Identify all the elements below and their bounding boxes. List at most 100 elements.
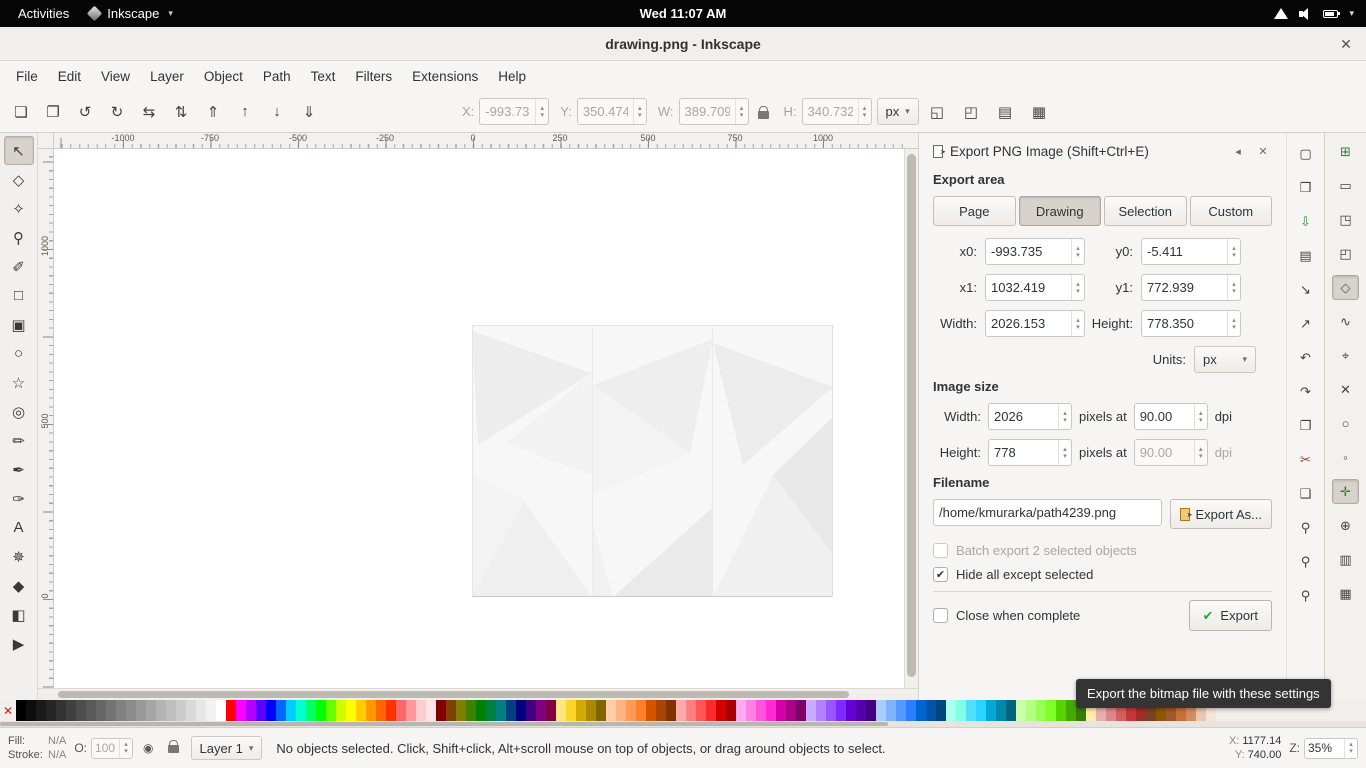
- palette-swatch[interactable]: [786, 700, 796, 721]
- palette-swatch[interactable]: [556, 700, 566, 721]
- scale-corners-toggle[interactable]: ◰: [956, 97, 986, 127]
- palette-swatch[interactable]: [96, 700, 106, 721]
- print-button[interactable]: ▤: [1292, 243, 1319, 268]
- export-area-selection-button[interactable]: Selection: [1104, 196, 1187, 226]
- tweak-tool[interactable]: ✧: [4, 194, 34, 223]
- pencil-tool[interactable]: ✏: [4, 426, 34, 455]
- palette-swatch[interactable]: [906, 700, 916, 721]
- activities-button[interactable]: Activities: [14, 4, 73, 23]
- palette-swatch[interactable]: [376, 700, 386, 721]
- palette-swatch[interactable]: [686, 700, 696, 721]
- export-area-page-button[interactable]: Page: [933, 196, 1016, 226]
- palette-swatch[interactable]: [486, 700, 496, 721]
- export-button-icon[interactable]: ↗: [1292, 311, 1319, 336]
- x1-input[interactable]: [986, 280, 1071, 295]
- h-spinner[interactable]: [858, 99, 871, 124]
- palette-swatch[interactable]: [266, 700, 276, 721]
- palette-swatch[interactable]: [526, 700, 536, 721]
- area-height-spinner[interactable]: [1227, 311, 1240, 336]
- palette-swatch[interactable]: [456, 700, 466, 721]
- palette-swatch[interactable]: [196, 700, 206, 721]
- batch-export-checkbox[interactable]: [933, 543, 948, 558]
- pen-tool[interactable]: ✒: [4, 455, 34, 484]
- palette-swatch[interactable]: [26, 700, 36, 721]
- palette-swatch[interactable]: [616, 700, 626, 721]
- scale-stroke-toggle[interactable]: ◱: [922, 97, 952, 127]
- width-input[interactable]: [680, 104, 735, 119]
- palette-swatch[interactable]: [826, 700, 836, 721]
- app-menu-button[interactable]: Inkscape: [89, 6, 173, 21]
- lower-button[interactable]: ↓: [262, 97, 292, 127]
- box-3d-tool[interactable]: ▣: [4, 310, 34, 339]
- palette-swatch[interactable]: [176, 700, 186, 721]
- y-spinner[interactable]: [633, 99, 646, 124]
- filename-input[interactable]: [934, 505, 1161, 520]
- palette-swatch[interactable]: [256, 700, 266, 721]
- snap-page-border-toggle[interactable]: ▥: [1332, 547, 1359, 572]
- snap-object-centers-toggle[interactable]: ⊕: [1332, 513, 1359, 538]
- menu-item[interactable]: Text: [301, 64, 346, 89]
- snap-bbox-corners-toggle[interactable]: ◰: [1332, 241, 1359, 266]
- height-dpi-spinner[interactable]: [1194, 440, 1207, 465]
- menu-item[interactable]: Object: [194, 64, 253, 89]
- horizontal-scrollbar-thumb[interactable]: [58, 691, 849, 698]
- menu-item[interactable]: Filters: [345, 64, 402, 89]
- palette-swatch[interactable]: [286, 700, 296, 721]
- palette-swatch[interactable]: [886, 700, 896, 721]
- palette-swatch[interactable]: [746, 700, 756, 721]
- toolbox-expander[interactable]: ▶: [4, 629, 34, 658]
- vertical-scrollbar-thumb[interactable]: [907, 154, 916, 677]
- selector-tool[interactable]: ↖: [4, 136, 34, 165]
- palette-swatch[interactable]: [976, 700, 986, 721]
- palette-swatch[interactable]: [646, 700, 656, 721]
- snap-bbox-toggle[interactable]: ▭: [1332, 173, 1359, 198]
- palette-swatch[interactable]: [506, 700, 516, 721]
- menu-item[interactable]: File: [6, 64, 48, 89]
- palette-swatch[interactable]: [216, 700, 226, 721]
- palette-swatch[interactable]: [566, 700, 576, 721]
- close-when-complete-checkbox[interactable]: [933, 608, 948, 623]
- palette-swatch[interactable]: [236, 700, 246, 721]
- opacity-spinner[interactable]: [119, 739, 132, 758]
- palette-swatch[interactable]: [856, 700, 866, 721]
- copy-button[interactable]: ❐: [1292, 413, 1319, 438]
- palette-swatch[interactable]: [116, 700, 126, 721]
- menu-item[interactable]: View: [91, 64, 140, 89]
- palette-swatch[interactable]: [576, 700, 586, 721]
- w-spinner[interactable]: [735, 99, 748, 124]
- palette-swatch[interactable]: [666, 700, 676, 721]
- drawing-object[interactable]: [472, 325, 833, 597]
- y1-spinner[interactable]: [1227, 275, 1240, 300]
- palette-swatch[interactable]: [706, 700, 716, 721]
- palette-swatch[interactable]: [436, 700, 446, 721]
- height-dpi-input[interactable]: [1135, 445, 1194, 460]
- palette-swatch[interactable]: [86, 700, 96, 721]
- clock[interactable]: Wed 11:07 AM: [640, 6, 727, 21]
- palette-swatch[interactable]: [766, 700, 776, 721]
- import-button[interactable]: ↘: [1292, 277, 1319, 302]
- palette-swatch[interactable]: [186, 700, 196, 721]
- zoom-selection-button[interactable]: ⚲: [1292, 515, 1319, 540]
- spray-tool[interactable]: ✵: [4, 542, 34, 571]
- palette-swatch[interactable]: [426, 700, 436, 721]
- snap-intersections-toggle[interactable]: ⌖: [1332, 343, 1359, 368]
- palette-swatch[interactable]: [406, 700, 416, 721]
- palette-swatch[interactable]: [876, 700, 886, 721]
- lock-ratio-icon[interactable]: [758, 111, 769, 119]
- vertical-ruler[interactable]: 10005000: [38, 149, 54, 688]
- palette-swatch[interactable]: [1066, 700, 1076, 721]
- palette-swatch[interactable]: [306, 700, 316, 721]
- palette-swatch[interactable]: [606, 700, 616, 721]
- measure-tool[interactable]: ✐: [4, 252, 34, 281]
- palette-swatch[interactable]: [726, 700, 736, 721]
- palette-swatch[interactable]: [916, 700, 926, 721]
- palette-swatch[interactable]: [36, 700, 46, 721]
- system-status-area[interactable]: ▾: [1274, 8, 1366, 20]
- palette-swatch[interactable]: [936, 700, 946, 721]
- spiral-tool[interactable]: ◎: [4, 397, 34, 426]
- palette-swatch[interactable]: [846, 700, 856, 721]
- save-document-button[interactable]: ⇩: [1292, 209, 1319, 234]
- palette-swatch[interactable]: [336, 700, 346, 721]
- image-width-spinner[interactable]: [1058, 404, 1071, 429]
- palette-swatch[interactable]: [16, 700, 26, 721]
